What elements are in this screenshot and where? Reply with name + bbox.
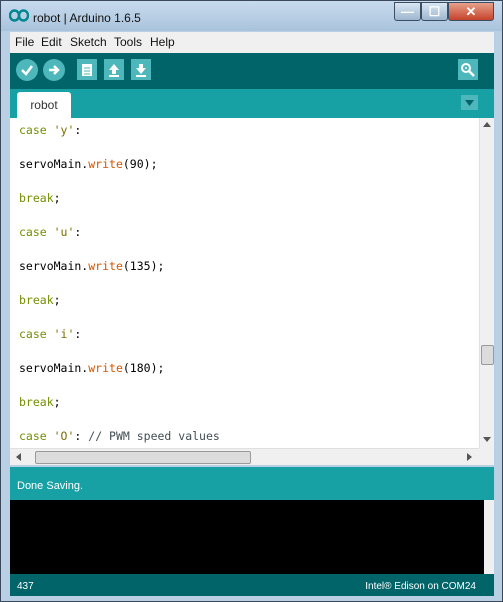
code-line: case 'y':	[19, 123, 81, 137]
code-line: servoMain.write(90);	[19, 157, 158, 171]
upload-button[interactable]	[43, 59, 65, 81]
toolbar	[10, 53, 494, 89]
menu-file[interactable]: File	[15, 35, 34, 49]
close-icon: ✕	[465, 3, 477, 19]
code-token: (90);	[122, 157, 158, 171]
status-message: Done Saving.	[17, 480, 84, 492]
footer-bar: 437 Intel® Edison on COM24	[10, 574, 494, 596]
serial-monitor-button[interactable]	[458, 59, 478, 80]
scroll-corner	[479, 448, 494, 465]
maximize-button[interactable]: ☐	[421, 2, 448, 21]
window-title: robot | Arduino 1.6.5	[33, 11, 141, 25]
vertical-scrollbar[interactable]	[479, 118, 494, 448]
upload-icon	[49, 65, 60, 75]
save-button[interactable]	[131, 59, 151, 80]
code-token: (180);	[122, 361, 165, 375]
console-scrollbar[interactable]	[484, 500, 494, 574]
code-token: 'y'	[53, 123, 75, 137]
code-token: 'i'	[53, 327, 75, 341]
code-token: :	[74, 123, 82, 137]
tab-label: robot	[30, 98, 58, 112]
code-token: ;	[53, 293, 61, 307]
menu-help[interactable]: Help	[150, 35, 175, 49]
tab-bar: robot	[10, 89, 494, 118]
code-line: servoMain.write(135);	[19, 259, 164, 273]
menu-bar: File Edit Sketch Tools Help	[10, 32, 494, 54]
code-token: case	[19, 225, 54, 239]
code-token: :	[74, 429, 89, 443]
save-icon	[136, 63, 146, 77]
scroll-up-icon	[483, 122, 491, 127]
new-button[interactable]	[77, 59, 97, 80]
code-token: case	[19, 123, 54, 137]
code-token: break	[19, 395, 54, 409]
code-token: 'u'	[53, 225, 75, 239]
horizontal-scrollbar[interactable]	[10, 448, 479, 465]
code-token: servoMain.	[19, 361, 89, 375]
code-token: write	[88, 157, 123, 171]
scroll-thumb[interactable]	[481, 345, 494, 365]
console-output[interactable]	[10, 500, 484, 574]
code-token: break	[19, 191, 54, 205]
code-line: case 'i':	[19, 327, 81, 341]
code-token: ;	[53, 191, 61, 205]
open-button[interactable]	[104, 59, 124, 80]
minimize-button[interactable]: —	[394, 2, 421, 21]
tab-robot[interactable]: robot	[17, 92, 71, 118]
scroll-down-icon	[483, 437, 491, 442]
verify-icon	[21, 65, 33, 76]
maximize-icon: ☐	[428, 3, 441, 19]
code-token: write	[88, 361, 123, 375]
chevron-down-icon	[465, 99, 474, 106]
code-token: :	[74, 327, 82, 341]
tab-menu-button[interactable]	[461, 95, 478, 110]
code-line: case 'O': // PWM speed values	[19, 429, 220, 443]
code-token: (135);	[122, 259, 165, 273]
new-icon	[82, 63, 92, 76]
close-button[interactable]: ✕	[448, 2, 494, 21]
arduino-logo-icon	[9, 9, 29, 22]
minimize-icon: —	[401, 4, 414, 19]
serial-monitor-icon	[461, 62, 475, 77]
title-bar[interactable]: robot | Arduino 1.6.5 — ☐ ✕	[1, 1, 502, 31]
scroll-left-icon	[16, 453, 21, 461]
board-port: Intel® Edison on COM24	[365, 581, 476, 592]
code-line: break;	[19, 191, 61, 205]
open-icon	[109, 63, 119, 77]
code-token: 'O'	[53, 429, 75, 443]
code-token: // PWM speed values	[88, 429, 220, 443]
verify-button[interactable]	[16, 59, 38, 81]
menu-sketch[interactable]: Sketch	[70, 35, 107, 49]
hscroll-thumb[interactable]	[35, 451, 251, 464]
arduino-window: robot | Arduino 1.6.5 — ☐ ✕ File Edit Sk…	[0, 0, 503, 602]
menu-tools[interactable]: Tools	[114, 35, 142, 49]
scroll-right-icon	[467, 453, 472, 461]
code-line: servoMain.write(180);	[19, 361, 164, 375]
status-bar: Done Saving.	[10, 467, 494, 500]
code-line: case 'u':	[19, 225, 81, 239]
code-editor[interactable]: case 'y': servoMain.write(90); break; case …	[10, 118, 479, 448]
code-token: servoMain.	[19, 157, 89, 171]
code-token: servoMain.	[19, 259, 89, 273]
code-token: case	[19, 429, 54, 443]
code-token: write	[88, 259, 123, 273]
code-token: ;	[53, 395, 61, 409]
code-token: break	[19, 293, 54, 307]
code-line: break;	[19, 293, 61, 307]
code-token: :	[74, 225, 82, 239]
line-number: 437	[17, 581, 34, 592]
code-line: break;	[19, 395, 61, 409]
menu-edit[interactable]: Edit	[41, 35, 62, 49]
code-token: case	[19, 327, 54, 341]
